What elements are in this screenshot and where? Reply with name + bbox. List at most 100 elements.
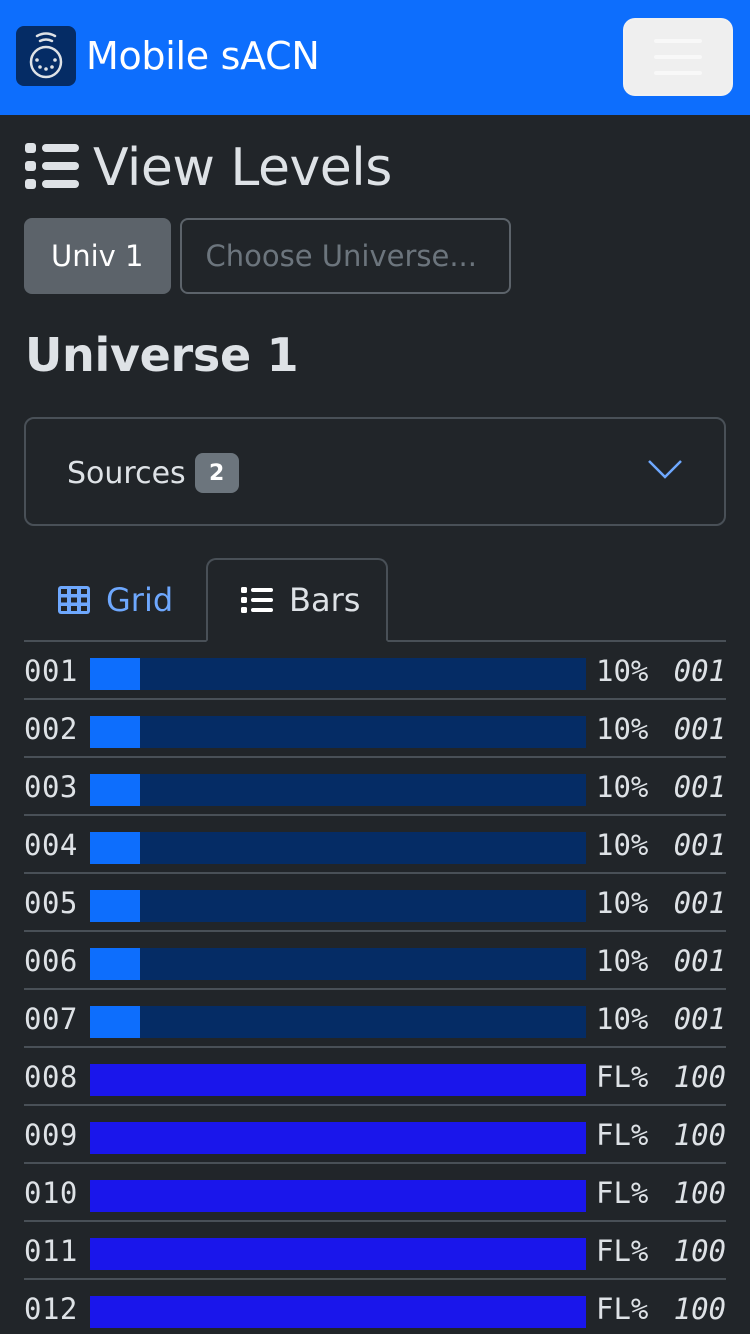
level-bar-track [90,832,586,864]
view-tabs: Grid Bars [24,558,726,642]
level-source-value: 001 [673,712,726,746]
navbar: Mobile sACN [0,0,750,115]
level-bar-track [90,774,586,806]
level-row: 010 FL% 100 [24,1164,726,1222]
channel-address: 002 [24,712,78,746]
level-bar-fill [90,1180,586,1212]
hamburger-icon-line [654,39,702,43]
universe-selector: Univ 1 Choose Universe... [24,218,511,294]
channel-address: 009 [24,1118,78,1152]
sources-label: Sources [67,455,186,491]
level-row: 008 FL% 100 [24,1048,726,1106]
level-row: 012 FL% 100 [24,1280,726,1334]
tab-grid-label: Grid [106,581,174,619]
level-bar-fill [90,1238,586,1270]
channel-address: 007 [24,1002,78,1036]
level-bar-fill [90,1296,586,1328]
page-title-text: View Levels [93,138,392,198]
levels-list: 001 10% 001 002 10% 001 003 10% 001 004 10% 001 005 1… [24,642,726,1334]
channel-address: 010 [24,1176,78,1210]
level-percent: FL% [596,1234,649,1268]
channel-address: 011 [24,1234,78,1268]
level-percent: FL% [596,1176,649,1210]
level-source-value: 100 [673,1118,726,1152]
level-source-value: 001 [673,944,726,978]
channel-address: 001 [24,654,78,688]
universe-heading: Universe 1 [25,328,299,382]
level-row: 009 FL% 100 [24,1106,726,1164]
level-source-value: 001 [673,1002,726,1036]
level-percent: 10% [596,654,649,688]
page-title: View Levels [25,138,392,198]
level-row: 006 10% 001 [24,932,726,990]
level-percent: 10% [596,886,649,920]
level-bar-track [90,1238,586,1270]
level-row: 011 FL% 100 [24,1222,726,1280]
level-bar-track [90,890,586,922]
level-bar-fill [90,1064,586,1096]
channel-address: 008 [24,1060,78,1094]
level-source-value: 100 [673,1060,726,1094]
channel-address: 012 [24,1292,78,1326]
level-bar-fill [90,948,140,980]
universe-1-button[interactable]: Univ 1 [24,218,171,294]
level-row: 001 10% 001 [24,642,726,700]
level-percent: FL% [596,1118,649,1152]
level-source-value: 100 [673,1234,726,1268]
level-bar-fill [90,832,140,864]
level-bar-fill [90,1006,140,1038]
level-row: 002 10% 001 [24,700,726,758]
level-bar-fill [90,1122,586,1154]
level-bar-track [90,658,586,690]
level-source-value: 001 [673,654,726,688]
level-percent: 10% [596,828,649,862]
choose-universe-select[interactable]: Choose Universe... [179,218,511,294]
menu-toggle-button[interactable] [623,18,733,96]
level-percent: 10% [596,1002,649,1036]
brand-name: Mobile sACN [86,34,320,78]
sources-accordion[interactable]: Sources 2 [24,417,726,526]
level-percent: FL% [596,1060,649,1094]
level-bar-fill [90,716,140,748]
level-bar-track [90,716,586,748]
level-source-value: 001 [673,886,726,920]
channel-address: 003 [24,770,78,804]
level-source-value: 001 [673,828,726,862]
channel-address: 005 [24,886,78,920]
level-percent: 10% [596,770,649,804]
level-row: 004 10% 001 [24,816,726,874]
level-row: 005 10% 001 [24,874,726,932]
level-bar-fill [90,774,140,806]
level-row: 007 10% 001 [24,990,726,1048]
level-percent: 10% [596,944,649,978]
tab-bars[interactable]: Bars [206,558,388,642]
channel-address: 006 [24,944,78,978]
level-bar-track [90,1006,586,1038]
level-bar-fill [90,890,140,922]
level-bar-track [90,1122,586,1154]
brand-link[interactable]: Mobile sACN [16,26,320,86]
grid-icon [58,586,90,614]
level-source-value: 100 [673,1176,726,1210]
level-bar-track [90,1064,586,1096]
tab-bars-label: Bars [289,581,361,619]
level-source-value: 100 [673,1292,726,1326]
sources-count-badge: 2 [194,453,239,493]
dmx-connector-icon [16,26,76,86]
level-percent: 10% [596,712,649,746]
channel-address: 004 [24,828,78,862]
level-source-value: 001 [673,770,726,804]
level-bar-track [90,1296,586,1328]
list-icon [25,143,79,193]
level-bar-track [90,1180,586,1212]
sources-label-group: Sources 2 [67,453,239,493]
list-icon [241,587,273,613]
level-row: 003 10% 001 [24,758,726,816]
level-percent: FL% [596,1292,649,1326]
level-bar-track [90,948,586,980]
hamburger-icon-line [654,55,702,59]
chevron-down-icon[interactable] [648,459,682,483]
hamburger-icon-line [654,71,702,75]
level-bar-fill [90,658,140,690]
tab-grid[interactable]: Grid [24,558,206,642]
